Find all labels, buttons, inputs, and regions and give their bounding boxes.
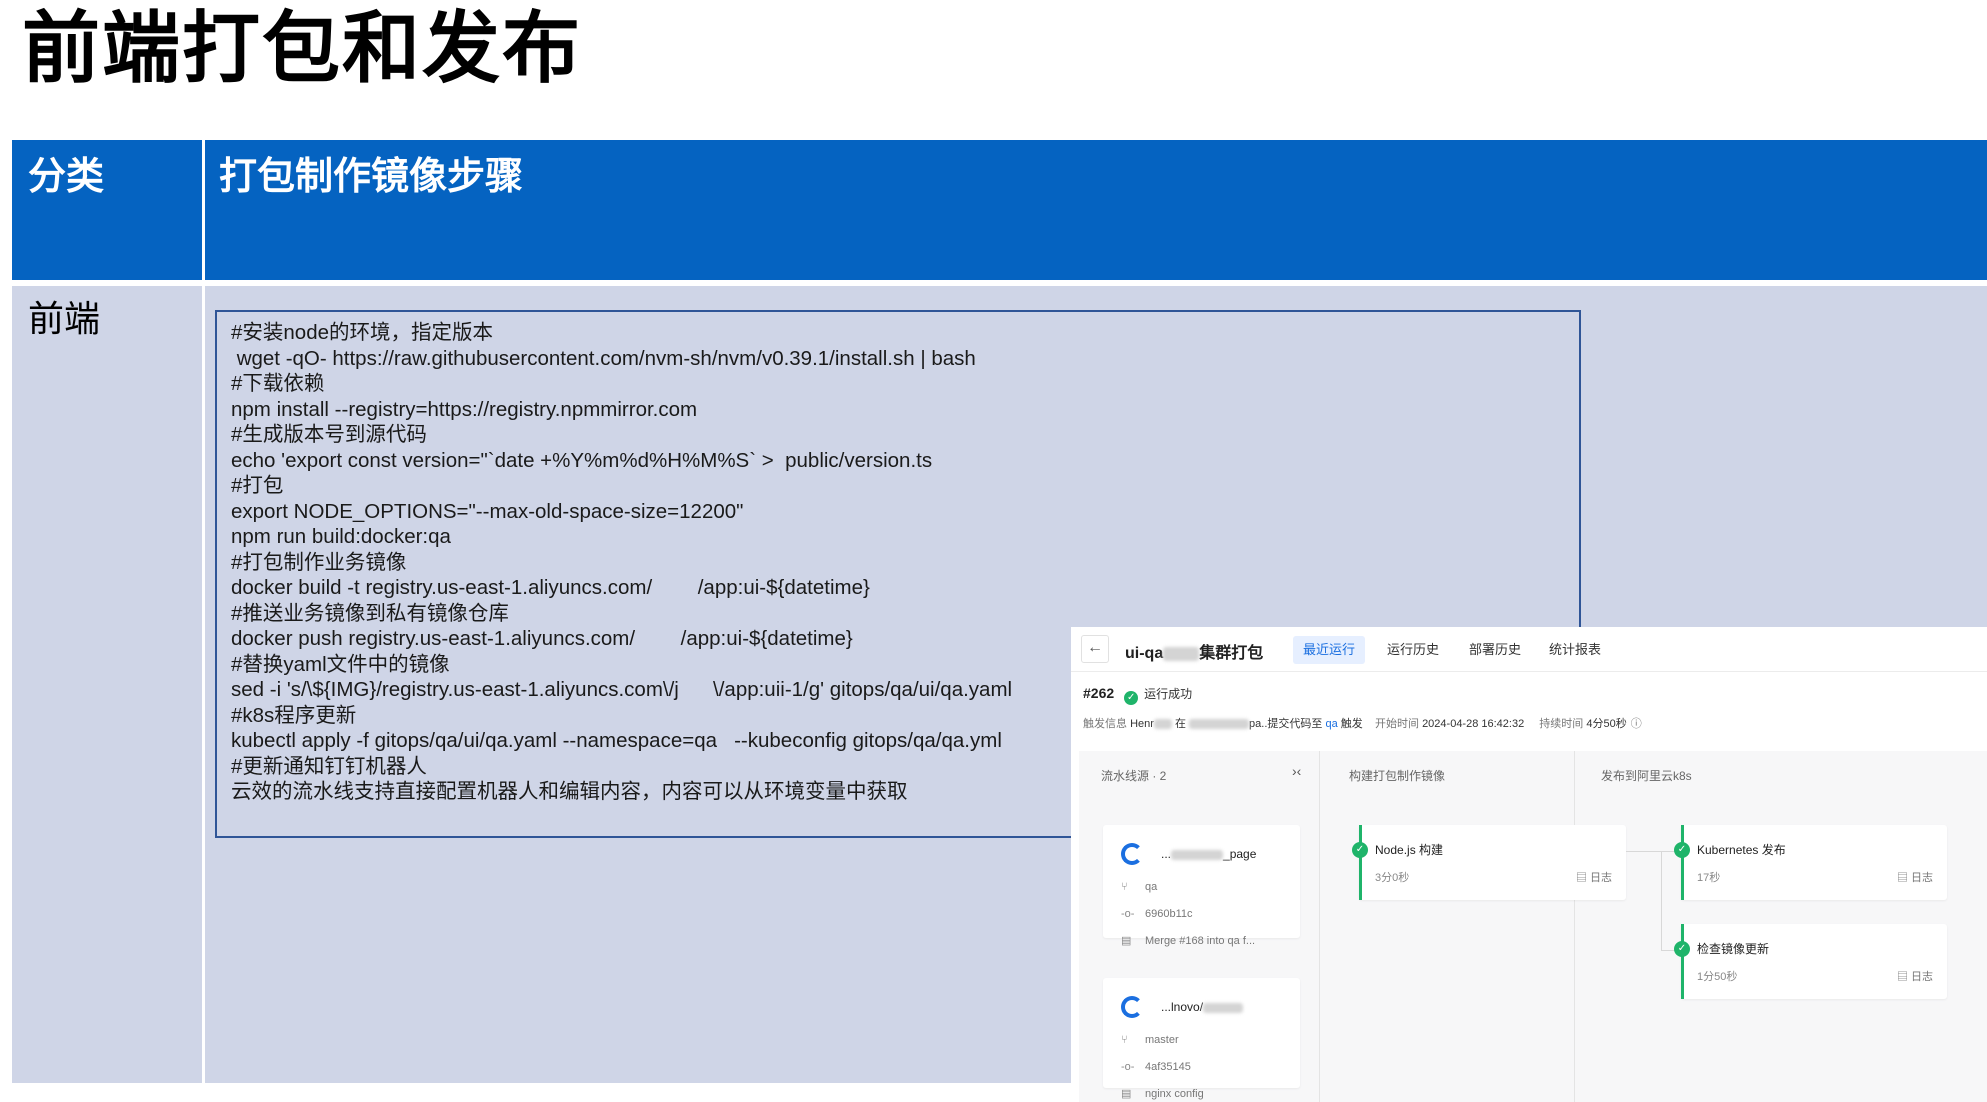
success-check-icon: ✓ bbox=[1674, 842, 1690, 858]
tab-stats-report[interactable]: 统计报表 bbox=[1539, 636, 1611, 664]
branch-icon: ⑂ bbox=[1121, 1034, 1128, 1046]
back-button[interactable]: ← bbox=[1081, 635, 1109, 663]
arrow-left-icon: ← bbox=[1087, 639, 1103, 656]
success-check-icon: ✓ bbox=[1674, 941, 1690, 957]
source-card[interactable]: ... _page ⑂ qa -o- 6960b11c ▤ Merge #168 int… bbox=[1103, 825, 1300, 947]
success-check-icon: ✓ bbox=[1352, 842, 1368, 858]
job-nodejs-build[interactable]: ✓ Node.js 构建 3分0秒 ▤ 日志 bbox=[1352, 825, 1626, 900]
log-link[interactable]: ▤ 日志 bbox=[1897, 968, 1933, 984]
message-icon: ▤ bbox=[1121, 1088, 1132, 1100]
pipeline-title: ui-qa 集群打包 bbox=[1125, 645, 1264, 662]
code-line: docker build -t registry.us-east-1.aliyu… bbox=[231, 576, 870, 599]
run-summary: #262 ✓ 运行成功 bbox=[1083, 685, 1192, 705]
run-status: 运行成功 bbox=[1144, 687, 1193, 701]
message-icon: ▤ bbox=[1121, 935, 1132, 947]
clock-info-icon: ⓘ bbox=[1630, 718, 1642, 730]
pipeline-graph: 流水线源 · 2 ›‹ 构建打包制作镜像 发布到阿里云k8s ... _page … bbox=[1079, 751, 1987, 1102]
run-meta: 触发信息 Henr 在 pa..提交代码至 qa 触发 开始时间 2024-04… bbox=[1083, 718, 1642, 730]
collapse-icon[interactable]: ›‹ bbox=[1292, 763, 1301, 779]
row-category: 前端 bbox=[12, 286, 202, 1083]
sources-header: 流水线源 · 2 bbox=[1101, 769, 1167, 783]
commit-icon: -o- bbox=[1121, 1061, 1135, 1073]
job-check-image-update[interactable]: ✓ 检查镜像更新 1分50秒 ▤ 日志 bbox=[1674, 924, 1947, 999]
code-line: #下载依赖 bbox=[231, 372, 325, 395]
branch-icon: ⑂ bbox=[1121, 881, 1128, 893]
stage-build-header: 构建打包制作镜像 bbox=[1349, 769, 1446, 783]
header-steps: 打包制作镜像步骤 bbox=[205, 140, 1987, 280]
duration: 4分50秒 bbox=[1586, 718, 1627, 730]
code-line: npm run build:docker:qa bbox=[231, 525, 451, 548]
code-line: export NODE_OPTIONS="--max-old-space-siz… bbox=[231, 499, 744, 523]
log-link[interactable]: ▤ 日志 bbox=[1897, 869, 1933, 885]
code-line: wget -qO- https://raw.githubusercontent.… bbox=[231, 346, 976, 370]
slide-title: 前端打包和发布 bbox=[22, 4, 583, 94]
code-line: #打包 bbox=[231, 474, 284, 497]
pipeline-header: ← ui-qa 集群打包 最近运行 运行历史 部署历史 统计报表 bbox=[1071, 627, 1987, 672]
code-line: echo 'export const version="`date +%Y%m%… bbox=[231, 448, 933, 472]
success-check-icon: ✓ bbox=[1124, 691, 1139, 705]
branch-link[interactable]: qa bbox=[1325, 718, 1337, 730]
source-card[interactable]: ...lnovo/ ⑂ master -o- 4af35145 ▤ nginx con… bbox=[1103, 978, 1300, 1100]
stage-deploy-header: 发布到阿里云k8s bbox=[1601, 769, 1692, 783]
tab-deploy-history[interactable]: 部署历史 bbox=[1459, 636, 1531, 664]
log-link[interactable]: ▤ 日志 bbox=[1576, 869, 1612, 885]
header-category: 分类 bbox=[12, 140, 202, 280]
code-line: #打包制作业务镜像 bbox=[231, 550, 407, 574]
code-line: npm install --registry=https://registry.… bbox=[231, 397, 698, 421]
commit-icon: -o- bbox=[1121, 908, 1135, 920]
job-kubernetes-deploy[interactable]: ✓ Kubernetes 发布 17秒 ▤ 日志 bbox=[1674, 825, 1947, 900]
pipeline-screenshot-panel: ← ui-qa 集群打包 最近运行 运行历史 部署历史 统计报表 #262 ✓ 运行成… bbox=[1071, 627, 1987, 1102]
start-time: 2024-04-28 16:42:32 bbox=[1422, 718, 1525, 730]
code-line: #生成版本号到源代码 bbox=[231, 423, 427, 446]
code-line: #推送业务镜像到私有镜像仓库 bbox=[231, 601, 509, 625]
code-line: #安装node的环境，指定版本 bbox=[231, 321, 494, 344]
tab-run-history[interactable]: 运行历史 bbox=[1377, 636, 1449, 664]
codeup-logo-icon bbox=[1121, 843, 1143, 865]
tab-recent-runs[interactable]: 最近运行 bbox=[1293, 636, 1366, 664]
codeup-logo-icon bbox=[1121, 996, 1143, 1018]
run-number: #262 bbox=[1083, 685, 1115, 701]
